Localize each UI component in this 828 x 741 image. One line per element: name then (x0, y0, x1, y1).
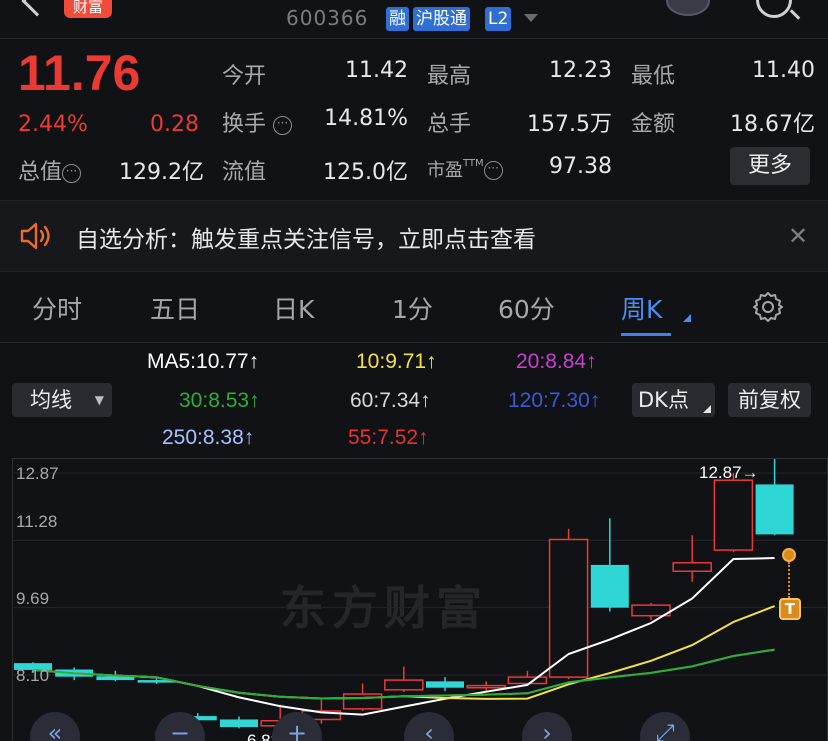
candle-body[interactable] (548, 538, 589, 678)
dk-point-marker[interactable] (782, 548, 796, 562)
t-badge[interactable]: T (779, 598, 801, 620)
candle-body[interactable] (713, 479, 754, 551)
candle-body[interactable] (466, 684, 506, 689)
candle-body[interactable] (755, 484, 794, 535)
candle-body[interactable] (342, 693, 383, 710)
y-tick-label: 12.87 (16, 464, 59, 483)
candle-body[interactable] (590, 564, 629, 608)
candle-body[interactable] (672, 562, 712, 572)
candle-body[interactable] (426, 681, 464, 688)
y-tick-label: 11.28 (16, 512, 58, 531)
kline-chart[interactable] (0, 0, 828, 741)
y-tick-label: 9.69 (16, 589, 50, 608)
high-marker: 12.87→ (699, 463, 759, 482)
y-tick-label: 8.10 (16, 666, 50, 685)
marker-connector (788, 562, 790, 598)
candle-body[interactable] (384, 679, 424, 691)
candle-body[interactable] (507, 676, 548, 685)
candle-body[interactable] (220, 719, 258, 728)
